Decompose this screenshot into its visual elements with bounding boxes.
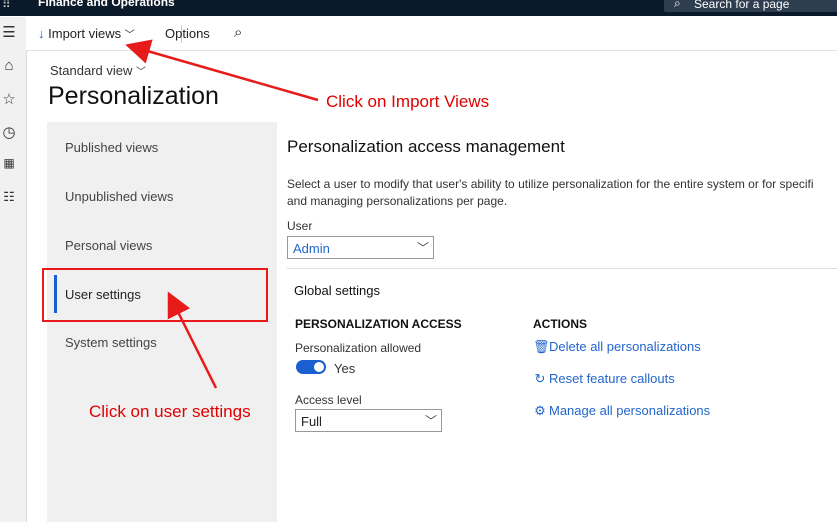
annotation-arrows xyxy=(125,39,319,389)
arrow-to-user-settings xyxy=(167,291,218,389)
annotation-user-settings: Click on user settings xyxy=(89,402,251,421)
arrow-to-import-views xyxy=(125,39,319,102)
annotation-import-views: Click on Import Views xyxy=(326,92,490,111)
